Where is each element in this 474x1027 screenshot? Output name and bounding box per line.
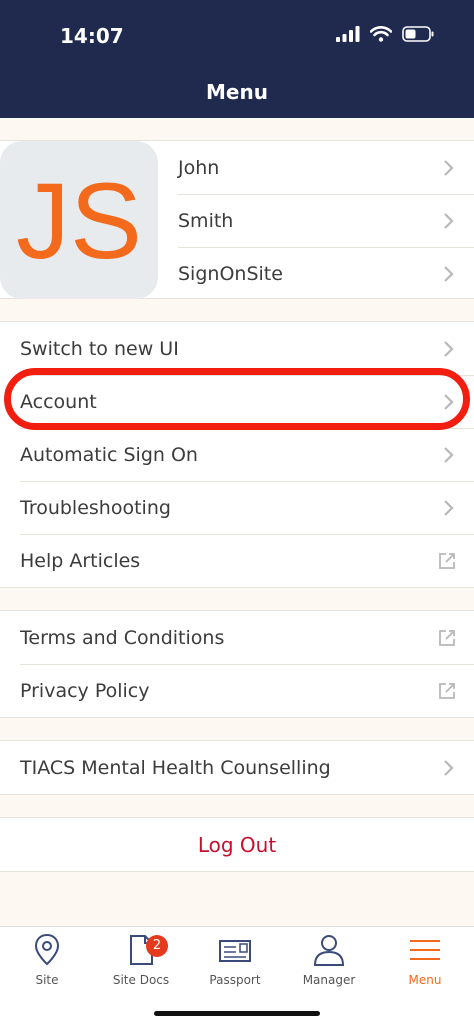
tab-manager-label: Manager (302, 973, 356, 987)
tab-passport-label: Passport (209, 973, 261, 987)
person-icon (313, 935, 345, 966)
signal-icon (336, 26, 360, 42)
section-gap (0, 299, 474, 321)
switch-ui-row[interactable]: Switch to new UI (0, 322, 474, 375)
tab-menu[interactable]: Menu (378, 933, 472, 987)
profile-company-row[interactable]: SignOnSite (158, 247, 474, 300)
profile-first-name-row[interactable]: John (158, 141, 474, 194)
chevron-right-icon (444, 265, 454, 282)
account-row[interactable]: Account (0, 375, 474, 428)
logout-section: Log Out (0, 817, 474, 872)
first-name-label: John (178, 156, 220, 179)
passport-icon (219, 940, 251, 962)
terms-row[interactable]: Terms and Conditions (0, 611, 474, 664)
top-bar: 14:07 Menu (0, 0, 474, 118)
chevron-right-icon (444, 212, 454, 229)
tab-site-label: Site (35, 973, 59, 987)
chevron-right-icon (444, 340, 454, 357)
tab-site[interactable]: Site (0, 933, 94, 987)
privacy-label: Privacy Policy (20, 679, 150, 702)
last-name-label: Smith (178, 209, 234, 232)
tab-passport[interactable]: Passport (188, 933, 282, 987)
external-link-icon (439, 682, 455, 699)
profile-rows: John Smith SignOnSite (158, 141, 474, 298)
chevron-right-icon (444, 446, 454, 463)
menu-content: JS John Smith SignOnSite Switch to new U… (0, 118, 474, 872)
switch-ui-label: Switch to new UI (20, 337, 179, 360)
chevron-right-icon (444, 159, 454, 176)
wifi-icon (370, 26, 392, 42)
status-time: 14:07 (60, 24, 124, 48)
chevron-right-icon (444, 759, 454, 776)
privacy-row[interactable]: Privacy Policy (0, 664, 474, 717)
settings-section: Switch to new UI Account Automatic Sign … (0, 321, 474, 588)
external-link-icon (439, 629, 455, 646)
chevron-right-icon (444, 499, 454, 516)
tab-site-docs[interactable]: 2 Site Docs (94, 933, 188, 987)
profile-section: JS John Smith SignOnSite (0, 140, 474, 299)
legal-section: Terms and Conditions Privacy Policy (0, 610, 474, 718)
terms-label: Terms and Conditions (20, 626, 225, 649)
help-articles-label: Help Articles (20, 549, 141, 572)
profile-last-name-row[interactable]: Smith (158, 194, 474, 247)
support-section: TIACS Mental Health Counselling (0, 740, 474, 795)
section-gap (0, 588, 474, 610)
battery-icon (402, 26, 434, 42)
company-label: SignOnSite (178, 262, 283, 285)
tiacs-row[interactable]: TIACS Mental Health Counselling (0, 741, 474, 794)
troubleshooting-row[interactable]: Troubleshooting (0, 481, 474, 534)
section-gap (0, 718, 474, 740)
map-pin-icon (34, 933, 60, 966)
tab-site-docs-label: Site Docs (112, 973, 170, 987)
logout-button[interactable]: Log Out (0, 818, 474, 871)
section-gap (0, 795, 474, 817)
automatic-sign-on-row[interactable]: Automatic Sign On (0, 428, 474, 481)
automatic-sign-on-label: Automatic Sign On (20, 443, 198, 466)
tab-menu-label: Menu (408, 973, 442, 987)
troubleshooting-label: Troubleshooting (20, 496, 171, 519)
home-indicator (154, 1011, 320, 1016)
avatar: JS (0, 141, 158, 299)
site-docs-badge: 2 (146, 935, 168, 957)
external-link-icon (439, 552, 455, 569)
tab-manager[interactable]: Manager (282, 933, 376, 987)
tiacs-label: TIACS Mental Health Counselling (20, 756, 331, 779)
hamburger-icon (410, 940, 440, 960)
help-articles-row[interactable]: Help Articles (0, 534, 474, 587)
status-icons (336, 26, 434, 42)
page-title: Menu (206, 80, 268, 104)
chevron-right-icon (444, 393, 454, 410)
section-gap (0, 118, 474, 140)
account-label: Account (20, 390, 97, 413)
